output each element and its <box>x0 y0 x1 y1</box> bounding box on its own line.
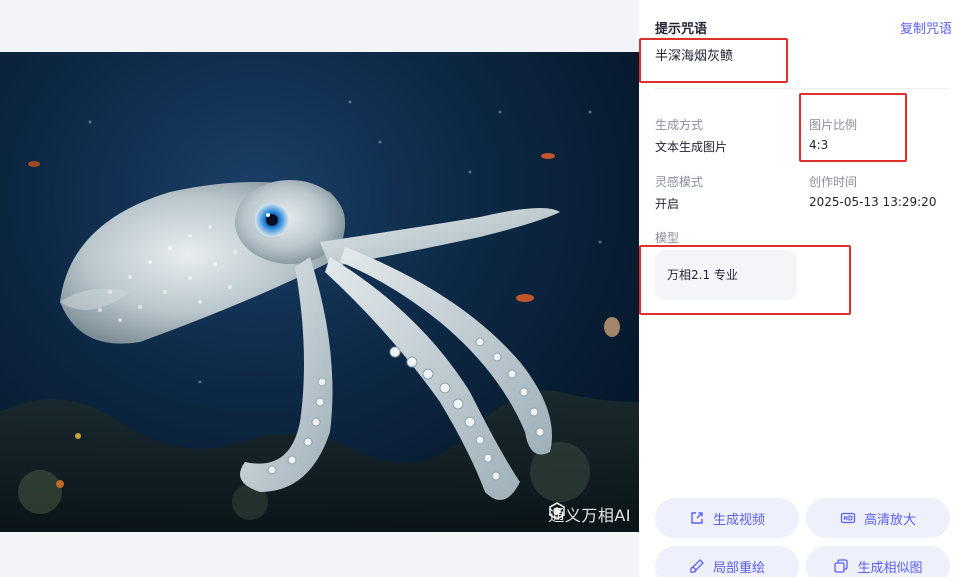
generate-similar-button[interactable]: 生成相似图 <box>806 546 950 577</box>
meta-inspiration: 灵感模式 开启 <box>655 173 703 212</box>
hd-icon <box>840 512 856 524</box>
meta-ratio-label: 图片比例 <box>809 118 858 132</box>
meta-ratio: 图片比例 4:3 <box>809 116 857 152</box>
meta-method: 生成方式 文本生成图片 <box>655 116 727 155</box>
meta-inspiration-value: 开启 <box>655 197 680 211</box>
share-out-icon <box>691 512 703 524</box>
meta-created: 创作时间 2025-05-13 13:29:20 <box>809 173 936 209</box>
generate-video-label: 生成视频 <box>712 512 765 528</box>
model-label: 模型 <box>655 231 680 245</box>
hd-upscale-label: 高清放大 <box>863 512 916 528</box>
local-repaint-button[interactable]: 局部重绘 <box>655 546 799 577</box>
generate-video-button[interactable]: 生成视频 <box>655 498 799 538</box>
meta-ratio-value: 4:3 <box>809 138 829 152</box>
watermark: 通义万相AI <box>548 502 631 526</box>
meta-created-label: 创作时间 <box>809 175 858 189</box>
generated-image[interactable]: 通义万相AI <box>0 52 639 532</box>
brush-icon <box>690 559 704 573</box>
model-chip: 万相2.1 专业 <box>655 250 797 300</box>
prompt-title: 提示咒语 <box>655 22 708 37</box>
meta-method-value: 文本生成图片 <box>655 140 728 154</box>
generate-similar-label: 生成相似图 <box>857 560 923 576</box>
meta-created-value: 2025-05-13 13:29:20 <box>809 195 937 209</box>
copy-stack-icon <box>834 559 849 573</box>
copy-prompt-button[interactable]: 复制咒语 <box>900 18 952 37</box>
prompt-text: 半深海烟灰鲼 <box>655 49 734 64</box>
divider <box>655 88 950 89</box>
local-repaint-label: 局部重绘 <box>712 560 765 576</box>
cuttlefish-illustration <box>0 100 639 532</box>
tongyi-logo-icon <box>549 502 566 520</box>
meta-inspiration-label: 灵感模式 <box>655 175 704 189</box>
hd-upscale-button[interactable]: 高清放大 <box>806 498 950 538</box>
image-stage: 通义万相AI <box>0 0 639 577</box>
prompt-header: 提示咒语 复制咒语 <box>655 18 952 37</box>
meta-method-label: 生成方式 <box>655 118 704 132</box>
details-panel: 提示咒语 复制咒语 半深海烟灰鲼 生成方式 文本生成图片 图片比例 4:3 灵感… <box>639 0 960 577</box>
